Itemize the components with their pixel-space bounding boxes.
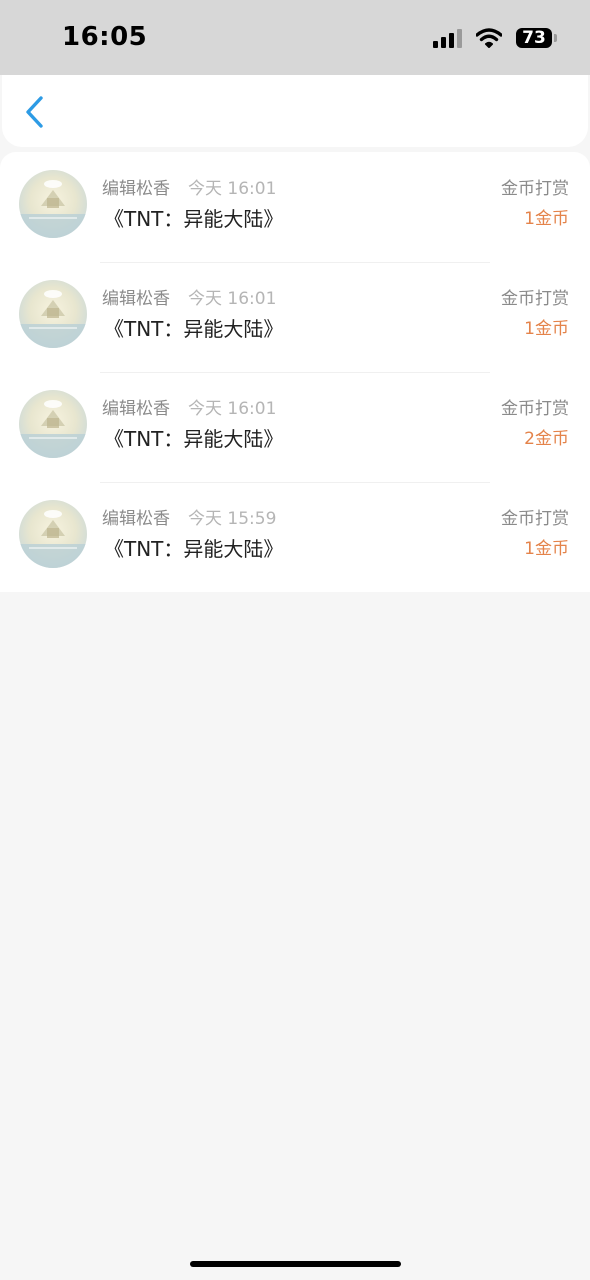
reward-row[interactable]: 编辑松香 今天 16:01 《TNT：异能大陆》 金币打赏 1金币 [0, 262, 590, 372]
reward-time: 今天 16:01 [188, 399, 277, 419]
reward-type: 金币打赏 [501, 399, 569, 419]
reward-row[interactable]: 编辑松香 今天 16:01 《TNT：异能大陆》 金币打赏 2金币 [0, 372, 590, 482]
reward-list: 编辑松香 今天 16:01 《TNT：异能大陆》 金币打赏 1金币 编辑松香 今天 … [0, 152, 590, 592]
chevron-left-icon [26, 96, 43, 128]
author-name: 编辑松香 [102, 399, 170, 419]
book-title: 《TNT：异能大陆》 [104, 537, 284, 561]
status-bar: 16:05 73 [0, 0, 590, 75]
avatar[interactable] [19, 390, 87, 458]
author-name: 编辑松香 [102, 289, 170, 309]
reward-meta: 编辑松香 今天 15:59 [102, 509, 276, 529]
back-button[interactable] [18, 95, 52, 129]
home-indicator[interactable] [190, 1261, 401, 1267]
avatar[interactable] [19, 170, 87, 238]
cellular-signal-icon [433, 28, 462, 48]
reward-amount: 1金币 [524, 209, 569, 229]
battery-level: 73 [522, 27, 546, 48]
book-title: 《TNT：异能大陆》 [104, 317, 284, 341]
book-title: 《TNT：异能大陆》 [104, 427, 284, 451]
reward-type: 金币打赏 [501, 509, 569, 529]
reward-type: 金币打赏 [501, 289, 569, 309]
wifi-icon [476, 28, 502, 48]
book-title: 《TNT：异能大陆》 [104, 207, 284, 231]
reward-time: 今天 16:01 [188, 289, 277, 309]
reward-time: 今天 15:59 [188, 509, 277, 529]
reward-meta: 编辑松香 今天 16:01 [102, 289, 276, 309]
reward-row[interactable]: 编辑松香 今天 15:59 《TNT：异能大陆》 金币打赏 1金币 [0, 482, 590, 592]
avatar[interactable] [19, 500, 87, 568]
reward-amount: 1金币 [524, 319, 569, 339]
avatar[interactable] [19, 280, 87, 348]
reward-row[interactable]: 编辑松香 今天 16:01 《TNT：异能大陆》 金币打赏 1金币 [0, 152, 590, 262]
reward-amount: 1金币 [524, 539, 569, 559]
status-time: 16:05 [62, 22, 148, 52]
reward-amount: 2金币 [524, 429, 569, 449]
status-icons: 73 [433, 27, 557, 48]
battery-icon: 73 [516, 27, 557, 48]
author-name: 编辑松香 [102, 179, 170, 199]
author-name: 编辑松香 [102, 509, 170, 529]
reward-time: 今天 16:01 [188, 179, 277, 199]
reward-meta: 编辑松香 今天 16:01 [102, 399, 276, 419]
reward-type: 金币打赏 [501, 179, 569, 199]
reward-meta: 编辑松香 今天 16:01 [102, 179, 276, 199]
nav-bar [2, 75, 588, 147]
